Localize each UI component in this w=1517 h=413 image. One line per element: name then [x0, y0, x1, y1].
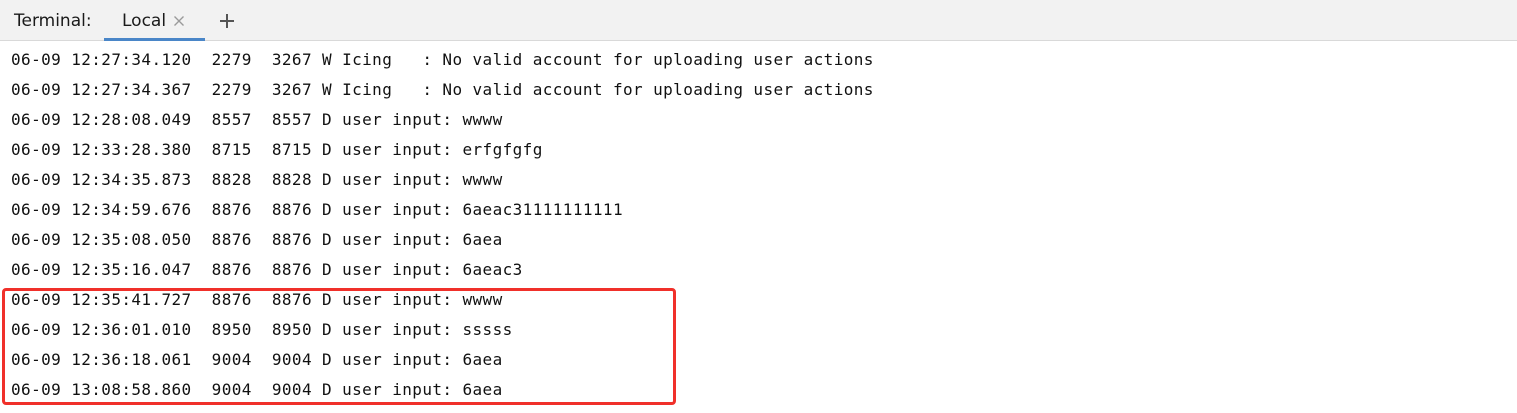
log-line: 06-09 12:35:16.047 8876 8876 D user inpu… — [11, 260, 523, 279]
active-tab-indicator — [104, 38, 205, 41]
log-line: 06-09 12:27:34.367 2279 3267 W Icing : N… — [11, 80, 874, 99]
tab-local-label: Local — [122, 11, 167, 31]
terminal-output[interactable]: 06-09 12:27:34.120 2279 3267 W Icing : N… — [0, 45, 1517, 413]
log-line: 06-09 13:08:58.860 9004 9004 D user inpu… — [11, 380, 503, 399]
log-line: 06-09 12:36:01.010 8950 8950 D user inpu… — [11, 320, 513, 339]
log-line: 06-09 12:36:18.061 9004 9004 D user inpu… — [11, 350, 503, 369]
log-line: 06-09 12:34:59.676 8876 8876 D user inpu… — [11, 200, 624, 219]
plus-icon[interactable] — [218, 12, 236, 30]
close-icon[interactable] — [173, 15, 185, 27]
log-line: 06-09 12:35:41.727 8876 8876 D user inpu… — [11, 290, 503, 309]
tab-local[interactable]: Local — [104, 0, 205, 41]
terminal-tool-label: Terminal: — [14, 11, 92, 31]
terminal-tab-bar: Terminal: Local — [0, 0, 1517, 41]
log-line: 06-09 12:27:34.120 2279 3267 W Icing : N… — [11, 50, 874, 69]
log-line: 06-09 12:35:08.050 8876 8876 D user inpu… — [11, 230, 503, 249]
log-line: 06-09 12:34:35.873 8828 8828 D user inpu… — [11, 170, 503, 189]
terminal-window: Terminal: Local 06-09 12:27:34.120 2279 … — [0, 0, 1517, 413]
log-line: 06-09 12:28:08.049 8557 8557 D user inpu… — [11, 110, 503, 129]
log-line: 06-09 12:33:28.380 8715 8715 D user inpu… — [11, 140, 543, 159]
